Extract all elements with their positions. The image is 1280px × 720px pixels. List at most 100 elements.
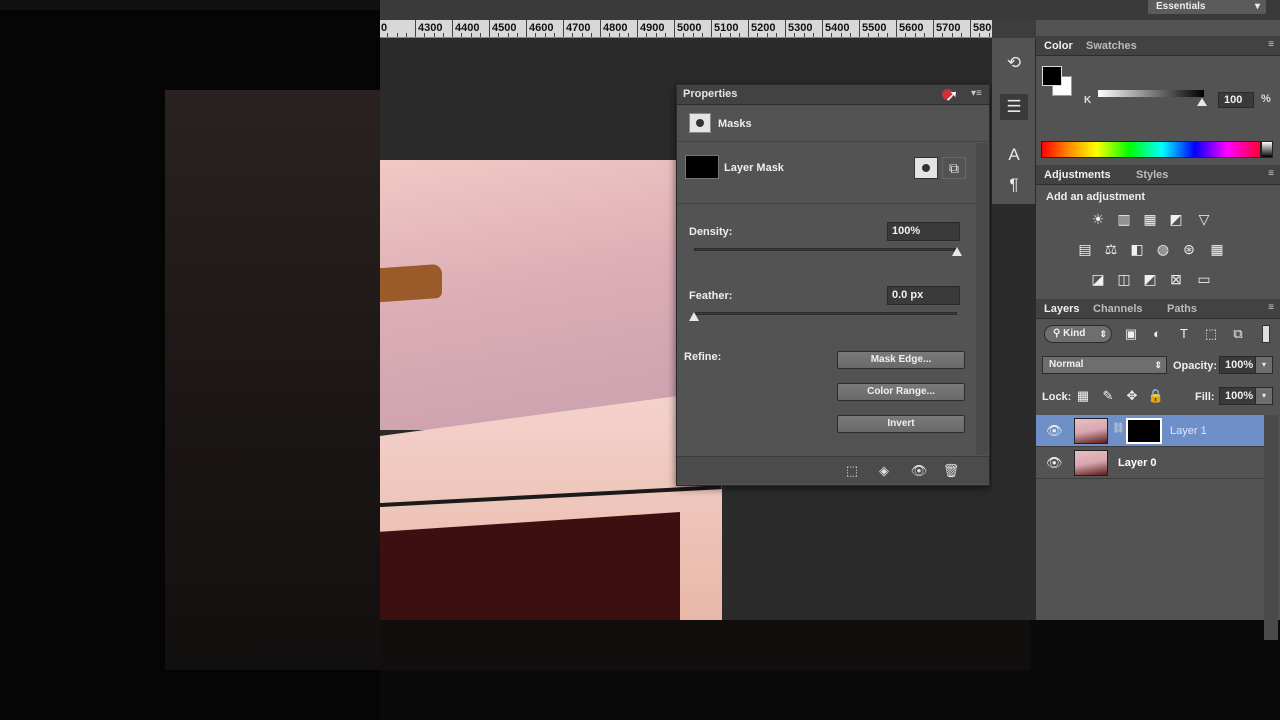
layers-scrollbar[interactable] (1264, 415, 1278, 640)
layer-name[interactable]: Layer 1 (1170, 425, 1207, 437)
lock-position-icon[interactable]: ✥ (1123, 387, 1141, 405)
tab-styles[interactable]: Styles (1136, 169, 1168, 181)
masks-label: Masks (718, 118, 752, 130)
channel-mixer-icon[interactable]: ⊛ (1178, 239, 1200, 259)
feather-slider-thumb[interactable] (689, 312, 699, 321)
foreground-color-swatch[interactable] (1042, 66, 1062, 86)
feather-slider[interactable] (694, 312, 957, 315)
fill-dropdown-button[interactable]: ▾ (1255, 387, 1273, 405)
layer-kind-filter[interactable]: ⚲ Kind ⇕ (1044, 325, 1112, 343)
panel-menu-icon[interactable]: ≡ (1268, 302, 1274, 313)
vector-mask-button[interactable]: ⧉ (942, 157, 966, 179)
ruler-minor-tick (729, 33, 731, 37)
photo-filter-icon[interactable]: ◍ (1152, 239, 1174, 259)
invert-button[interactable]: Invert (837, 415, 965, 433)
load-selection-icon[interactable]: ⬚ (843, 462, 861, 480)
k-channel-input[interactable]: 100 (1218, 92, 1254, 108)
smart-object-filter-icon[interactable]: ⧉ (1229, 325, 1247, 343)
ruler-tick-label: 5600 (899, 22, 924, 34)
k-slider-thumb[interactable] (1197, 98, 1207, 106)
posterize-icon[interactable]: ◫ (1113, 269, 1135, 289)
levels-icon[interactable]: ▥ (1113, 209, 1135, 229)
character-icon[interactable]: A (1000, 142, 1028, 168)
shape-filter-icon[interactable]: ⬚ (1202, 325, 1220, 343)
eye-icon[interactable]: 👁 (1046, 455, 1063, 471)
color-spectrum-bar[interactable] (1041, 141, 1261, 158)
ruler-minor-tick (692, 33, 694, 37)
blend-mode-select[interactable]: Normal ⇕ (1042, 356, 1167, 374)
ruler-minor-tick (738, 33, 740, 37)
exposure-icon[interactable]: ◩ (1165, 209, 1187, 229)
density-slider[interactable] (694, 248, 957, 251)
mask-thumbnail (685, 155, 719, 179)
gradient-map-icon[interactable]: ▭ (1193, 269, 1215, 289)
layer-row[interactable]: 👁 ⛓ Layer 1 (1036, 415, 1264, 447)
invert-adjustment-icon[interactable]: ◪ (1087, 269, 1109, 289)
opacity-dropdown-button[interactable]: ▾ (1255, 356, 1273, 374)
layer-name[interactable]: Layer 0 (1118, 457, 1157, 469)
tab-layers[interactable]: Layers (1044, 303, 1079, 315)
document-canvas[interactable] (380, 160, 722, 620)
curves-icon[interactable]: ▦ (1139, 209, 1161, 229)
tab-paths[interactable]: Paths (1167, 303, 1197, 315)
properties-header[interactable]: Properties ➚ ▾≡ (677, 85, 989, 105)
lock-all-icon[interactable]: 🔒 (1147, 387, 1165, 405)
ruler-minor-tick (914, 33, 916, 37)
layer-mask-thumbnail[interactable] (1126, 418, 1162, 444)
layer-thumbnail[interactable] (1074, 418, 1108, 444)
options-bar (380, 0, 1280, 20)
color-lookup-icon[interactable]: ▦ (1206, 239, 1228, 259)
apply-mask-icon[interactable]: ◈ (875, 462, 893, 480)
tab-color[interactable]: Color (1044, 40, 1073, 52)
ruler-tick-label: 4500 (492, 22, 517, 34)
black-white-icon[interactable]: ◧ (1126, 239, 1148, 259)
panel-menu-icon[interactable]: ▾≡ (971, 88, 982, 99)
selective-color-icon[interactable]: ⊠ (1165, 269, 1187, 289)
color-range-button[interactable]: Color Range... (837, 383, 965, 401)
brightness-icon[interactable]: ☀ (1087, 209, 1109, 229)
properties-scrollbar[interactable] (976, 143, 988, 455)
black-white-ramp[interactable] (1261, 141, 1273, 158)
density-slider-thumb[interactable] (952, 247, 962, 256)
properties-icon[interactable]: ☰ (1000, 94, 1028, 120)
density-input[interactable]: 100% (887, 222, 960, 241)
ruler-minor-tick (646, 33, 648, 37)
color-panel-tabs: Color Swatches ≡ (1036, 36, 1280, 56)
density-label: Density: (689, 226, 733, 238)
percent-unit: % (1261, 93, 1271, 105)
mask-edge-button[interactable]: Mask Edge... (837, 351, 965, 369)
tab-adjustments[interactable]: Adjustments (1044, 169, 1111, 181)
lock-transparency-icon[interactable]: ▦ (1074, 387, 1092, 405)
tab-swatches[interactable]: Swatches (1086, 40, 1137, 52)
adjustment-filter-icon[interactable]: ◐ (1148, 325, 1166, 343)
history-icon[interactable]: ⟲ (1000, 50, 1028, 76)
panel-menu-icon[interactable]: ≡ (1268, 168, 1274, 179)
vibrance-icon[interactable]: ▽ (1193, 209, 1215, 229)
ruler-tick-label: 5000 (677, 22, 702, 34)
eye-icon[interactable]: 👁 (910, 462, 928, 480)
ruler-minor-tick (535, 33, 537, 37)
link-icon[interactable]: ⛓ (1112, 423, 1125, 434)
pixel-mask-button[interactable] (914, 157, 938, 179)
k-channel-slider[interactable] (1098, 90, 1204, 97)
refine-label: Refine: (684, 351, 722, 363)
layer-row[interactable]: 👁 Layer 0 (1036, 447, 1264, 479)
color-balance-icon[interactable]: ⚖ (1100, 239, 1122, 259)
filter-toggle[interactable] (1262, 325, 1270, 343)
ruler-minor-tick (794, 33, 796, 37)
type-filter-icon[interactable]: T (1175, 325, 1193, 343)
lock-image-icon[interactable]: ✎ (1099, 387, 1117, 405)
trash-icon[interactable]: 🗑 (942, 462, 960, 480)
hue-saturation-icon[interactable]: ▤ (1074, 239, 1096, 259)
ruler-minor-tick (886, 33, 888, 37)
tab-channels[interactable]: Channels (1093, 303, 1143, 315)
feather-input[interactable]: 0.0 px (887, 286, 960, 305)
ruler-tick (785, 20, 786, 37)
eye-icon[interactable]: 👁 (1046, 423, 1063, 439)
paragraph-icon[interactable]: ¶ (1000, 172, 1028, 198)
layer-thumbnail[interactable] (1074, 450, 1108, 476)
workspace-switcher[interactable]: Essentials ▾ (1148, 0, 1266, 14)
pixel-filter-icon[interactable]: ▣ (1122, 325, 1140, 343)
threshold-icon[interactable]: ◩ (1139, 269, 1161, 289)
panel-menu-icon[interactable]: ≡ (1268, 39, 1274, 50)
